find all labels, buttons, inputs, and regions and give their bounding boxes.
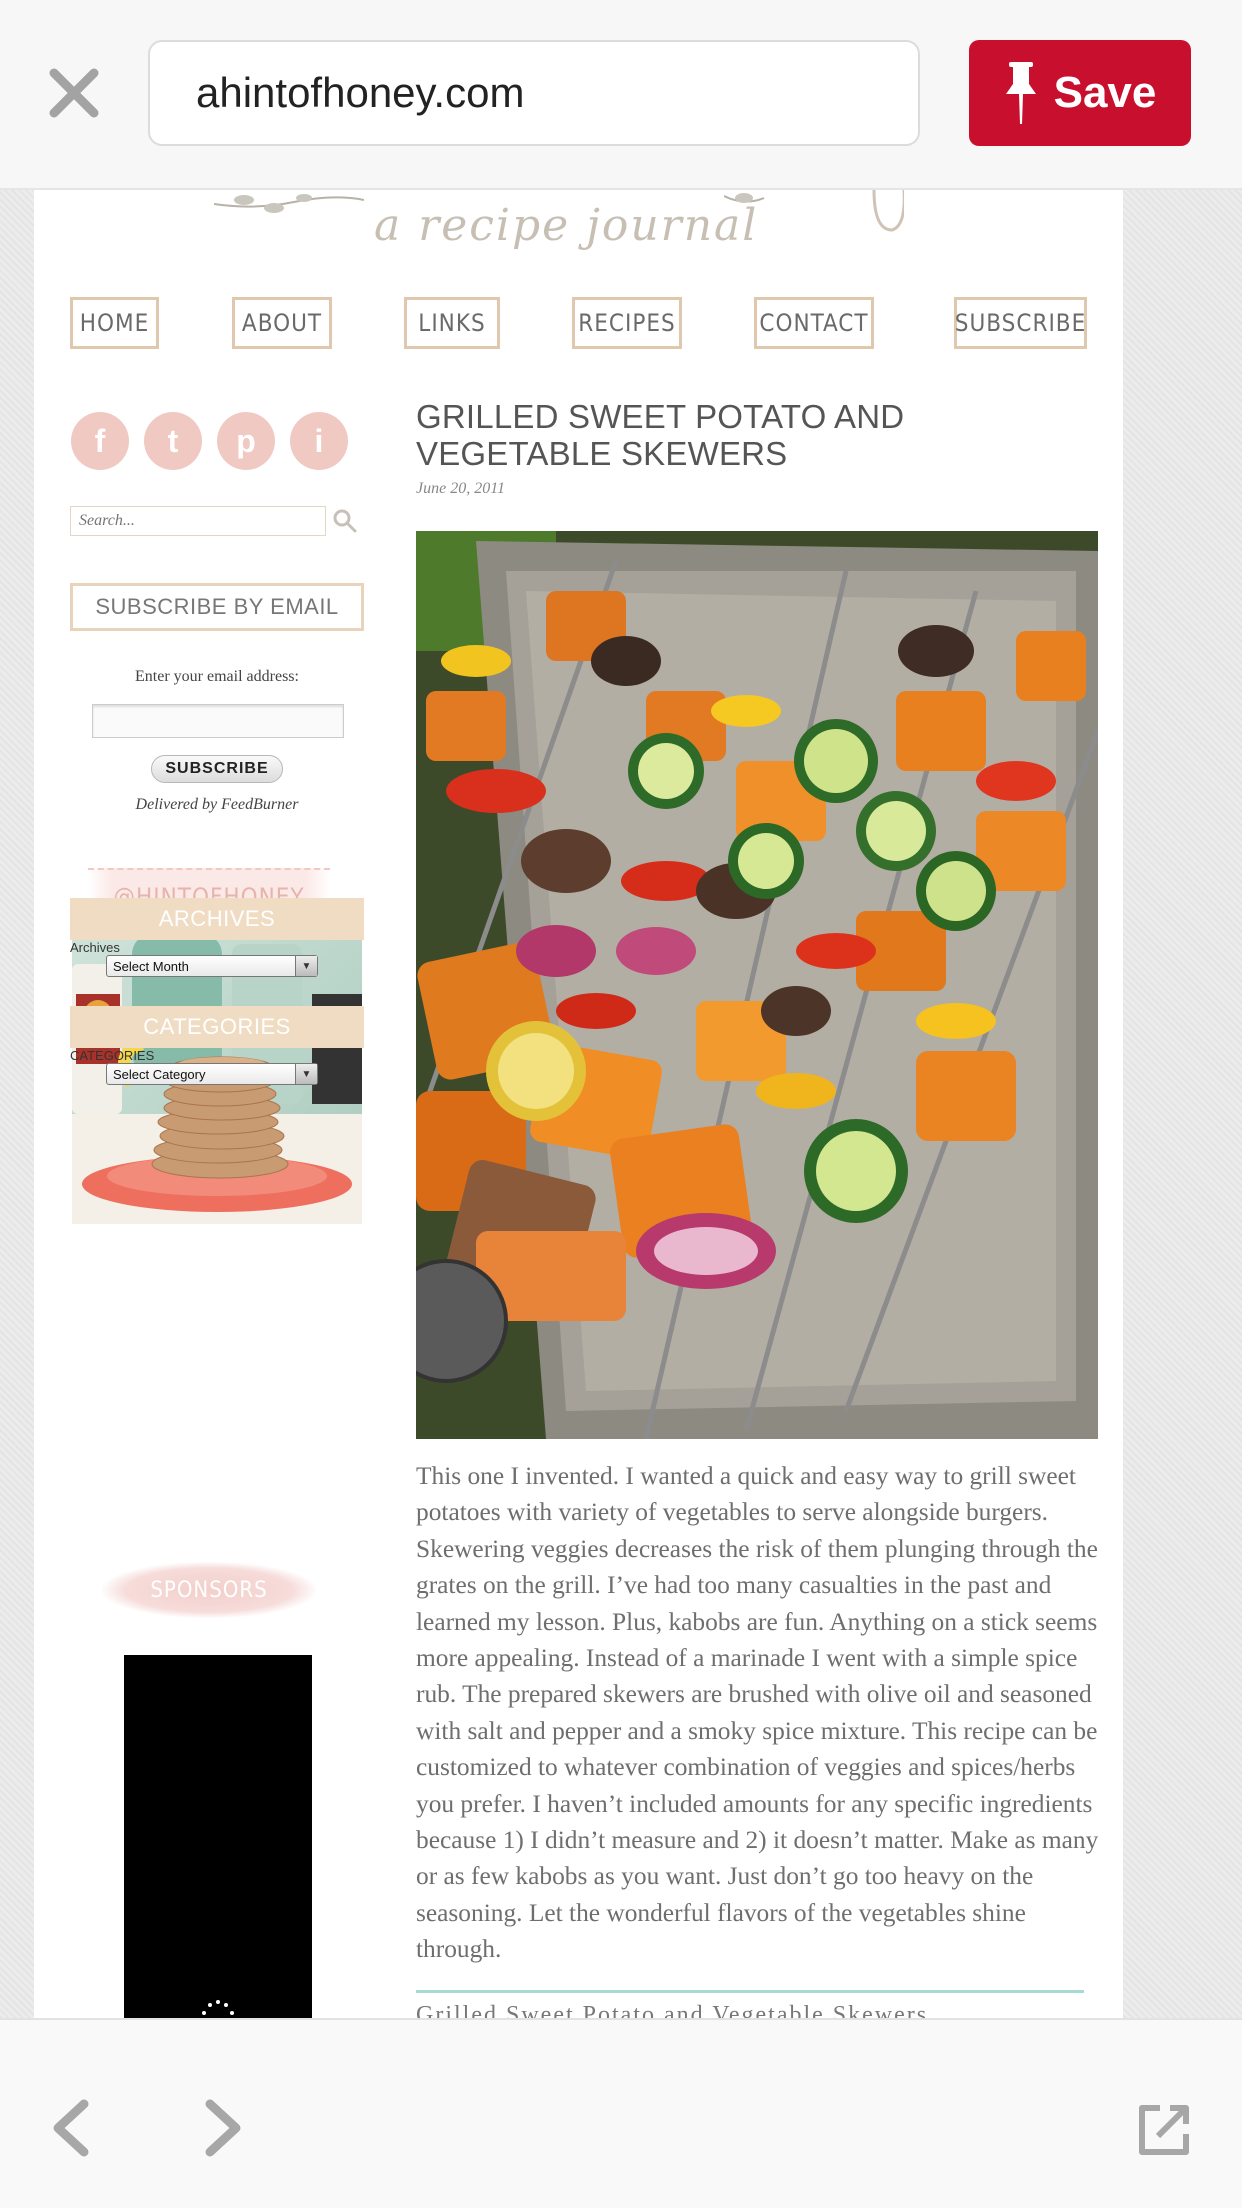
chevron-down-icon: ▼ [295, 956, 317, 976]
nav-recipes[interactable]: RECIPES [572, 297, 682, 349]
nav-subscribe[interactable]: SUBSCRIBE [954, 297, 1087, 349]
url-field[interactable]: ahintofhoney.com [148, 40, 920, 146]
categories-heading: CATEGORIES [70, 1006, 364, 1048]
loading-spinner-icon [202, 2000, 234, 2015]
twitter-icon[interactable]: t [144, 412, 202, 470]
nav-contact[interactable]: CONTACT [754, 297, 874, 349]
recipe-card-title: Grilled Sweet Potato and Vegetable Skewe… [416, 2002, 929, 2018]
categories-select[interactable]: Select Category ▼ [106, 1063, 318, 1085]
close-button[interactable] [44, 63, 104, 123]
bottom-bar [0, 2018, 1242, 2208]
save-label: Save [1053, 68, 1157, 117]
recipe-photo[interactable] [416, 531, 1098, 1439]
forward-arrow-icon[interactable] [198, 2098, 248, 2158]
nav-links[interactable]: LINKS [404, 297, 500, 349]
search-input[interactable] [70, 506, 326, 536]
nav-home[interactable]: HOME [70, 297, 159, 349]
facebook-icon[interactable]: f [71, 412, 129, 470]
divider [416, 1990, 1084, 1993]
chevron-down-icon: ▼ [295, 1064, 317, 1084]
subscribe-heading: SUBSCRIBE BY EMAIL [70, 583, 364, 631]
pinterest-icon[interactable]: p [217, 412, 275, 470]
open-external-icon[interactable] [1136, 2102, 1192, 2158]
leaf-ornament-icon [214, 194, 364, 213]
post-body: This one I invented. I wanted a quick an… [416, 1462, 1099, 1964]
back-arrow-icon[interactable] [46, 2098, 96, 2158]
search-icon[interactable] [332, 508, 358, 534]
delivered-by: Delivered by FeedBurner [135, 796, 299, 813]
site-tagline: a recipe journal [374, 200, 759, 251]
instagram-icon[interactable]: i [290, 412, 348, 470]
post-date: June 20, 2011 [416, 480, 506, 497]
save-button[interactable]: Save [969, 40, 1191, 146]
archives-select[interactable]: Select Month ▼ [106, 955, 318, 977]
nav-about[interactable]: ABOUT [232, 297, 332, 349]
pin-icon [1005, 62, 1036, 124]
webpage: a recipe journal HOME ABOUT LINKS RECIPE… [34, 190, 1123, 2018]
feedburner-link[interactable]: FeedBurner [221, 796, 298, 813]
subscribe-button[interactable]: SUBSCRIBE [151, 755, 283, 783]
close-icon [49, 68, 99, 118]
email-field[interactable] [92, 704, 344, 738]
archives-heading: ARCHIVES [70, 898, 364, 940]
post-title[interactable]: GRILLED SWEET POTATO AND VEGETABLE SKEWE… [416, 398, 1096, 472]
sponsor-ad[interactable] [124, 1655, 312, 2018]
sponsors-heading: SPONSORS [102, 1562, 316, 1618]
categories-label: CATEGORIES [70, 1048, 155, 1063]
email-label: Enter your email address: [135, 668, 299, 685]
archives-label: Archives [70, 940, 120, 955]
top-bar: ahintofhoney.com Save [0, 0, 1242, 190]
